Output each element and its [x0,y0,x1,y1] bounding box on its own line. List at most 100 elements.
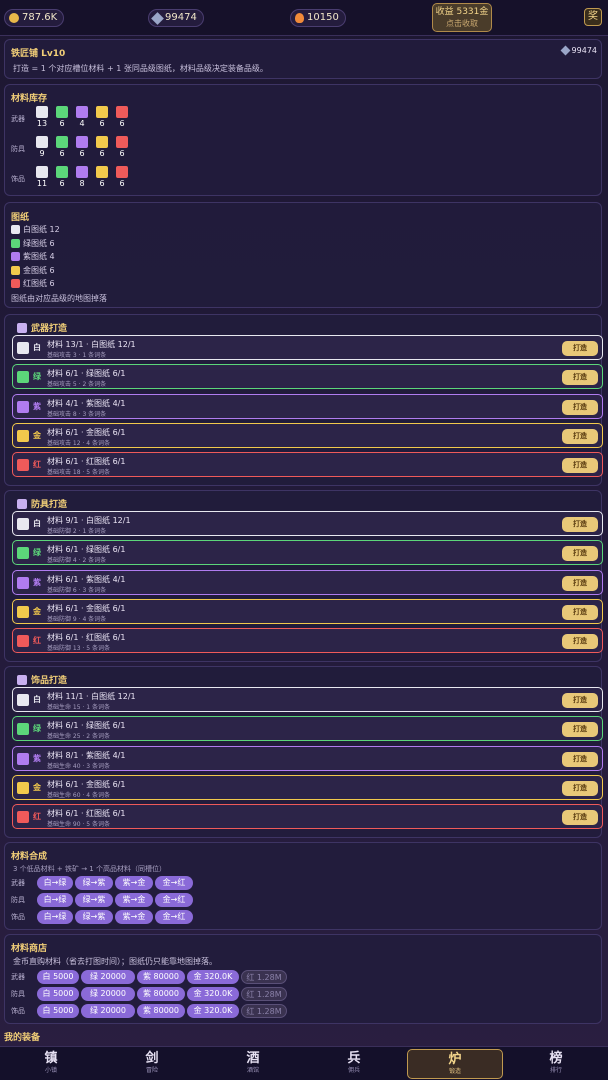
craft-button[interactable]: 打造 [562,341,598,356]
material-count: 11 [36,179,48,188]
craft-button[interactable]: 打造 [562,722,598,738]
craft-button[interactable]: 打造 [562,546,598,562]
material-slot[interactable]: 6 [95,166,109,188]
nav-town[interactable]: 镇小镇 [3,1047,99,1080]
reward-button[interactable]: 奖 [584,8,602,26]
gear-piece-icon [17,605,29,618]
material-slot[interactable]: 6 [95,136,109,158]
buy-material-button[interactable]: 金 320.0K [187,1004,239,1018]
buy-material-button[interactable]: 白 5000 [37,1004,79,1018]
craft-button[interactable]: 打造 [562,604,598,620]
gem-value: 99474 [165,12,197,23]
material-slot[interactable]: 13 [35,106,49,128]
material-icon [76,136,88,148]
craft-section-label: 饰品打造 [31,676,68,686]
weapon-craft-panel: 武器打造白材料 13/1 · 白图纸 12/1 基础攻击 3 · 1 条词条 打造绿… [4,314,603,486]
material-slot[interactable]: 8 [75,166,89,188]
material-slot[interactable]: 6 [115,136,129,158]
craft-button[interactable]: 打造 [562,370,598,386]
buy-material-button[interactable]: 绿 20000 [81,1004,135,1018]
synthesis-button[interactable]: 绿→紫 [75,876,113,890]
synthesis-button[interactable]: 金→红 [155,876,193,890]
synthesis-button[interactable]: 绿→紫 [75,893,113,907]
material-slot[interactable]: 6 [55,166,69,188]
buy-material-button[interactable]: 金 320.0K [187,987,239,1001]
buy-material-button[interactable]: 绿 20000 [81,970,135,984]
craft-requirements: 材料 6/1 · 金图纸 6/1 [47,427,126,437]
synthesis-button[interactable]: 金→红 [155,910,193,924]
buy-material-button[interactable]: 红 1.28M [241,1004,287,1018]
synthesis-button[interactable]: 紫→金 [115,910,153,924]
material-slot[interactable]: 6 [115,166,129,188]
material-icon [36,136,48,148]
craft-requirements: 材料 6/1 · 金图纸 6/1 [47,779,126,789]
synthesis-button[interactable]: 白→绿 [37,876,73,890]
buy-material-button[interactable]: 红 1.28M [241,987,287,1001]
quality-label: 紫 [33,577,41,587]
synthesis-button[interactable]: 金→红 [155,893,193,907]
craft-button[interactable]: 打造 [562,780,598,796]
nav-tavern[interactable]: 酒酒馆 [205,1047,301,1080]
buy-material-button[interactable]: 白 5000 [37,970,79,984]
material-slot[interactable]: 6 [95,106,109,128]
material-slot[interactable]: 6 [55,136,69,158]
synthesis-button[interactable]: 白→绿 [37,910,73,924]
forge-title: 铁匠铺 Lv10 [11,49,66,59]
craft-button[interactable]: 打造 [562,634,598,650]
synthesis-row-label: 防具 [11,896,25,904]
buy-material-button[interactable]: 金 320.0K [187,970,239,984]
material-slot[interactable]: 6 [75,136,89,158]
buy-material-button[interactable]: 紫 80000 [137,970,185,984]
craft-button[interactable]: 打造 [562,458,598,474]
material-slot[interactable]: 9 [35,136,49,158]
buy-material-button[interactable]: 红 1.28M [241,970,287,984]
forge-screen: 787.6K 99474 10150 收益 5331金 点击收取 奖 铁匠铺 L… [0,0,608,1080]
scroll-icon [11,225,20,234]
material-slot[interactable]: 4 [75,106,89,128]
craft-button[interactable]: 打造 [562,575,598,591]
accessory-craft-panel: 饰品打造白材料 11/1 · 白图纸 12/1 基础生命 15 · 1 条词条 打造… [4,666,603,838]
craft-button[interactable]: 打造 [562,428,598,444]
scroll-icon [11,252,20,261]
collect-income-button[interactable]: 收益 5331金 点击收取 [432,3,492,32]
shop-row: 防具 白 5000 绿 20000 紫 80000 金 320.0K 红 1.28M [11,987,287,1001]
craft-button[interactable]: 打造 [562,810,598,826]
synthesis-button[interactable]: 紫→金 [115,876,153,890]
material-slot[interactable]: 11 [35,166,49,188]
craft-requirements: 材料 6/1 · 绿图纸 6/1 [47,721,126,731]
shop-row-label: 饰品 [11,1007,25,1015]
buy-material-button[interactable]: 绿 20000 [81,987,135,1001]
nav-mercenary[interactable]: 兵佣兵 [306,1047,402,1080]
craft-button[interactable]: 打造 [562,751,598,767]
buy-material-button[interactable]: 紫 80000 [137,987,185,1001]
buy-material-button[interactable]: 白 5000 [37,987,79,1001]
craft-row: 紫材料 6/1 · 紫图纸 4/1 基础防御 6 · 3 条词条 打造 [12,569,603,595]
craft-row: 绿材料 6/1 · 绿图纸 6/1 基础生命 25 · 2 条词条 打造 [12,716,603,742]
synthesis-button[interactable]: 绿→紫 [75,910,113,924]
craft-button[interactable]: 打造 [562,693,598,708]
craft-button[interactable]: 打造 [562,399,598,415]
nav-adventure[interactable]: 剑冒险 [104,1047,200,1080]
synthesis-button[interactable]: 紫→金 [115,893,153,907]
quality-label: 紫 [33,753,41,763]
craft-requirements: 材料 6/1 · 紫图纸 4/1 [47,574,126,584]
material-icon [116,136,128,148]
craft-stats: 基础防御 4 · 2 条词条 [47,557,107,565]
gear-piece-icon [17,781,29,794]
craft-button[interactable]: 打造 [562,517,598,532]
material-row: 防具 9 6 6 6 6 [11,136,211,166]
nav-glyph: 榜 [549,1051,563,1066]
gear-piece-icon [17,400,29,413]
nav-glyph: 兵 [347,1051,361,1066]
buy-material-button[interactable]: 紫 80000 [137,1004,185,1018]
nav-ranking[interactable]: 榜排行 [508,1047,604,1080]
material-slot[interactable]: 6 [55,106,69,128]
quality-label: 绿 [33,372,41,382]
synthesis-button[interactable]: 白→绿 [37,893,73,907]
craft-requirements: 材料 6/1 · 红图纸 6/1 [47,809,126,819]
nav-forge[interactable]: 炉锻造 [407,1049,503,1079]
gold-counter: 787.6K [4,9,65,27]
material-slot[interactable]: 6 [115,106,129,128]
craft-stats: 基础防御 13 · 5 条词条 [47,645,110,653]
material-count: 6 [99,179,105,188]
